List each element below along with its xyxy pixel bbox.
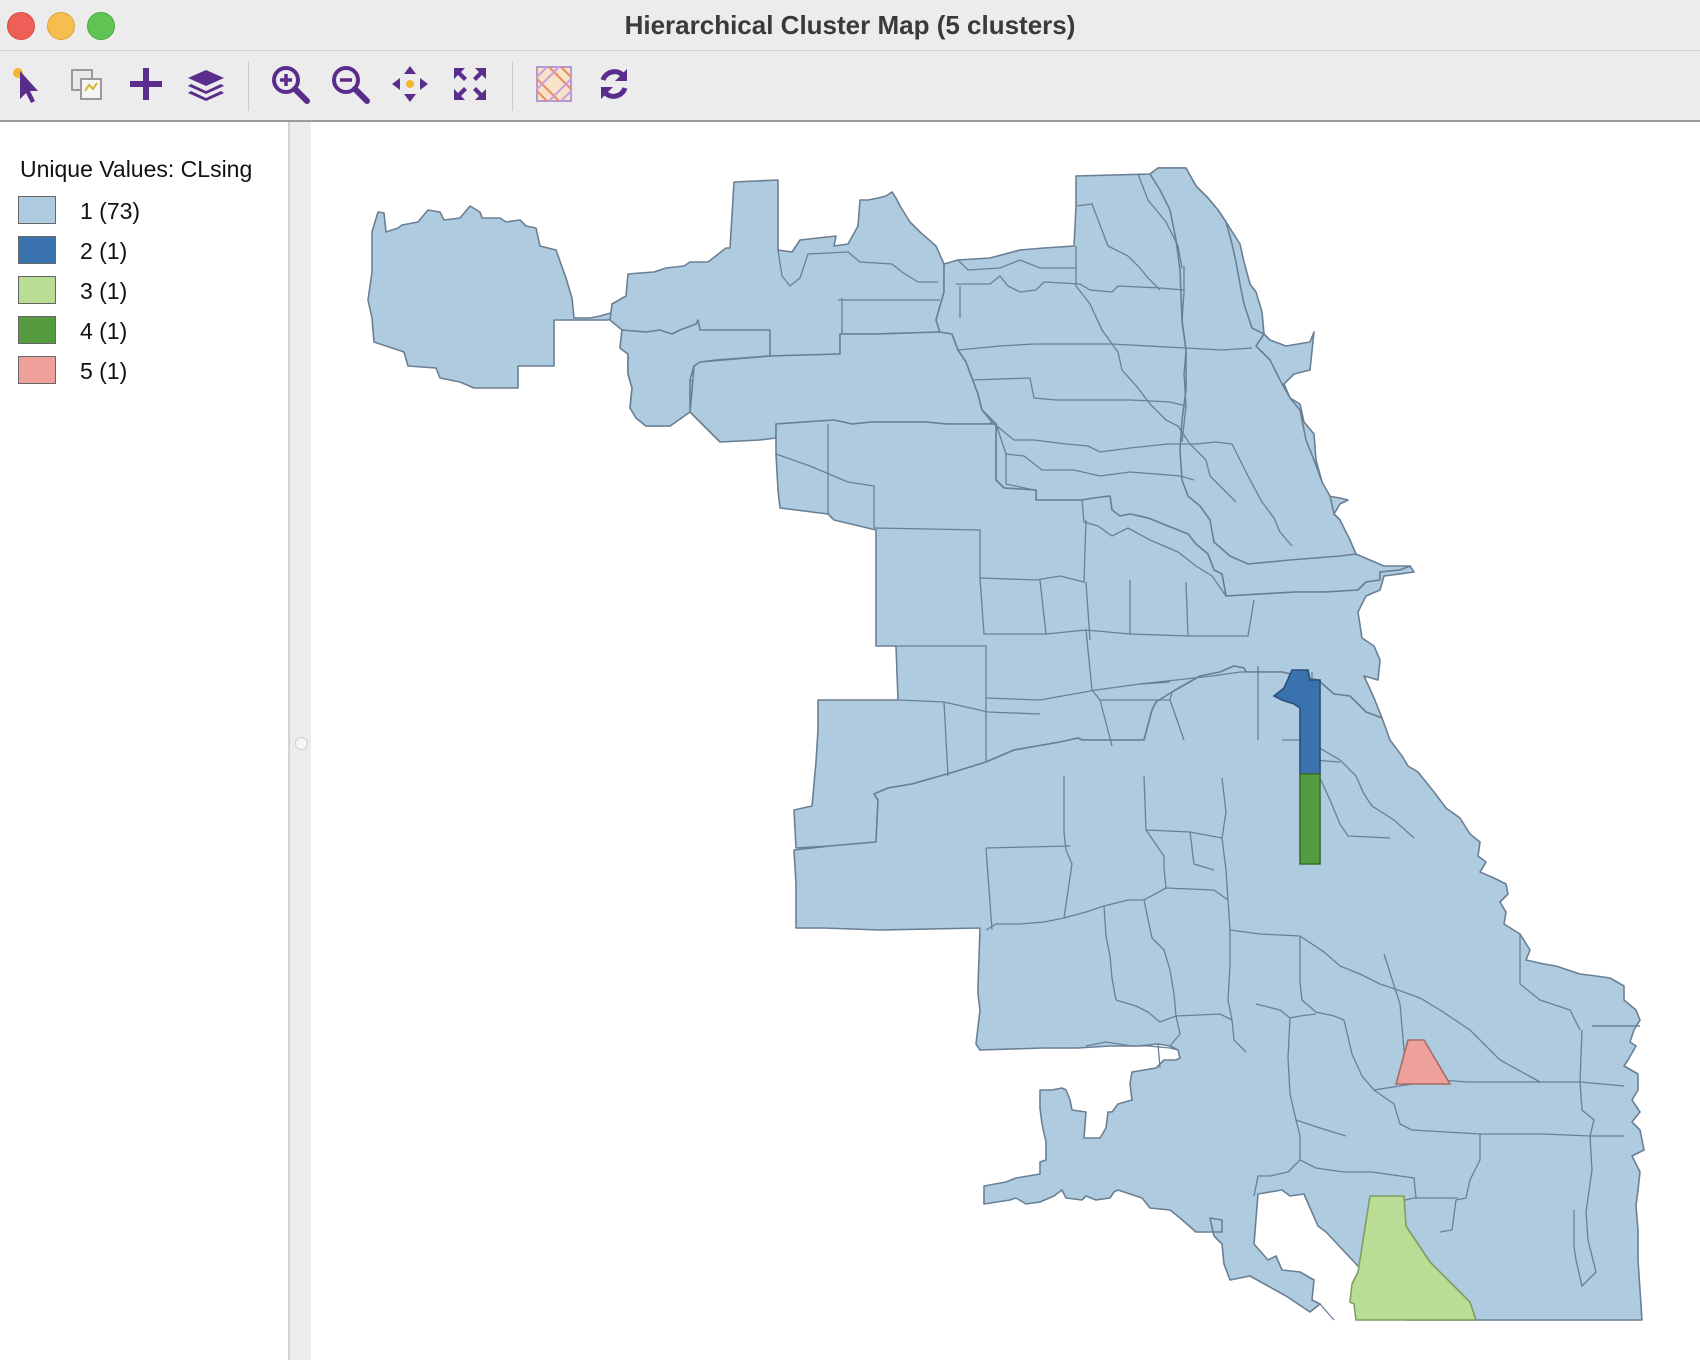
basemap-icon bbox=[536, 66, 572, 102]
zoom-out-icon bbox=[332, 66, 370, 104]
map-canvas[interactable] bbox=[311, 122, 1700, 1360]
splitter-handle[interactable] bbox=[295, 737, 308, 750]
title-bar: Hierarchical Cluster Map (5 clusters) bbox=[0, 0, 1700, 51]
full-extent-button[interactable] bbox=[447, 61, 493, 107]
cluster-map[interactable] bbox=[311, 122, 1700, 1360]
map-area-cluster-4[interactable] bbox=[1299, 773, 1321, 865]
legend-panel: Unique Values: CLsing 1 (73) 2 (1) 3 (1)… bbox=[0, 122, 289, 1360]
select-tool-button[interactable] bbox=[4, 61, 50, 107]
basemap-button[interactable] bbox=[531, 61, 577, 107]
zoom-in-button[interactable] bbox=[267, 61, 313, 107]
panel-splitter[interactable] bbox=[289, 122, 312, 1360]
legend-swatch-cluster-5 bbox=[18, 356, 56, 384]
legend-swatch-cluster-2 bbox=[18, 236, 56, 264]
map-toolbar bbox=[0, 51, 1700, 122]
toolbar-separator bbox=[248, 61, 249, 111]
legend-item-cluster-3[interactable]: 3 (1) bbox=[18, 276, 278, 306]
legend-swatch-cluster-3 bbox=[18, 276, 56, 304]
window-title: Hierarchical Cluster Map (5 clusters) bbox=[624, 10, 1076, 40]
legend-label-cluster-4: 4 (1) bbox=[80, 318, 128, 344]
refresh-button[interactable] bbox=[591, 61, 637, 107]
pan-icon bbox=[392, 66, 428, 102]
zoom-in-icon bbox=[272, 66, 310, 104]
legend-item-cluster-1[interactable]: 1 (73) bbox=[18, 196, 278, 226]
legend-label-cluster-1: 1 (73) bbox=[80, 198, 141, 224]
legend-item-cluster-5[interactable]: 5 (1) bbox=[18, 356, 278, 386]
add-tool-button[interactable] bbox=[123, 61, 169, 107]
legend-item-cluster-2[interactable]: 2 (1) bbox=[18, 236, 278, 266]
legend-swatch-cluster-1 bbox=[18, 196, 56, 224]
zoom-out-button[interactable] bbox=[327, 61, 373, 107]
toolbar-separator bbox=[512, 61, 513, 111]
map-area-ohare[interactable] bbox=[367, 205, 621, 389]
legend-title: Unique Values: CLsing bbox=[20, 156, 253, 182]
legend-label-cluster-5: 5 (1) bbox=[80, 358, 128, 384]
copy-tool-button[interactable] bbox=[63, 61, 109, 107]
legend-label-cluster-2: 2 (1) bbox=[80, 238, 128, 264]
copy-icon bbox=[71, 69, 102, 100]
legend-label-cluster-3: 3 (1) bbox=[80, 278, 128, 304]
select-arrow-icon bbox=[13, 68, 38, 103]
legend-item-cluster-4[interactable]: 4 (1) bbox=[18, 316, 278, 346]
plus-icon bbox=[130, 68, 162, 100]
layers-tool-button[interactable] bbox=[183, 61, 229, 107]
legend-swatch-cluster-4 bbox=[18, 316, 56, 344]
full-extent-icon bbox=[454, 68, 486, 100]
pan-button[interactable] bbox=[387, 61, 433, 107]
refresh-icon bbox=[600, 69, 628, 99]
layers-icon bbox=[188, 70, 224, 101]
